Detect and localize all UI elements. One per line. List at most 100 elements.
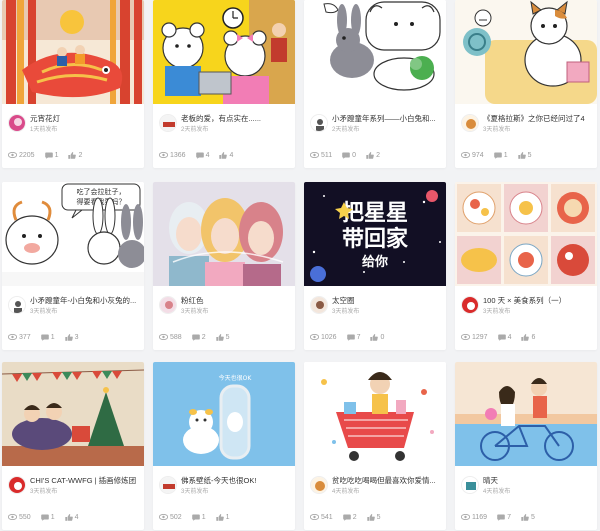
publish-time: 3天前发布: [483, 127, 511, 133]
artwork-card[interactable]: 晴天 4天前发布 1169 7 5: [455, 362, 597, 530]
artwork-title[interactable]: 元宵花灯: [30, 114, 144, 124]
like-count[interactable]: 5: [366, 514, 381, 521]
buddha-wallpaper-illustration: 今天也很OK: [153, 362, 295, 466]
artwork-thumbnail[interactable]: [455, 182, 597, 286]
artwork-card[interactable]: 今天也很OK 佛系壁纸-今天也很OK! 3天前发布 502 1 1: [153, 362, 295, 530]
thumbs-up-icon: [366, 151, 374, 159]
thumbs-up-icon: [521, 333, 530, 341]
like-count[interactable]: 4: [219, 152, 233, 159]
artwork-thumbnail[interactable]: 把星星 带回家 给你: [304, 182, 446, 286]
author-avatar[interactable]: [461, 114, 479, 132]
view-count: 974: [461, 152, 484, 159]
card-stats: 377 1 3: [8, 332, 89, 342]
artwork-card[interactable]: 吃了会拉肚子， 得要看我要吗？ 小矛蹬童年-小白兔和小灰兔的... 3天前发布 …: [2, 182, 144, 350]
artwork-lettering-line-2: 带回家: [342, 226, 409, 252]
like-count[interactable]: 2: [68, 152, 82, 159]
card-meta: 粉红色 3天前发布: [159, 294, 291, 320]
artwork-title[interactable]: 老板的爱，有点实在......: [181, 114, 295, 124]
card-meta: 小矛蹬童年系列——小白兔和... 2天前发布: [310, 112, 442, 138]
artwork-lettering-line-3: 给你: [362, 254, 388, 270]
publish-time: 3天前发布: [30, 489, 58, 495]
artwork-title[interactable]: 100 天 × 美食系列（一）: [483, 296, 597, 306]
artwork-title[interactable]: 粉红色: [181, 296, 295, 306]
artwork-thumbnail[interactable]: [304, 362, 446, 466]
comment-icon: [44, 152, 53, 159]
card-stats: 1026 7 0: [310, 332, 394, 342]
artwork-thumbnail[interactable]: [2, 362, 144, 466]
like-count[interactable]: 1: [215, 514, 230, 521]
like-count[interactable]: 4: [64, 514, 79, 521]
artwork-title[interactable]: CHI'S CAT-WWFG | 插画修炼团: [30, 476, 144, 486]
artwork-thumbnail[interactable]: [304, 0, 446, 104]
artwork-thumbnail[interactable]: [455, 0, 597, 104]
artwork-card[interactable]: 《夏格拉斯》之你已经问过了4 3天前发布 974 1 5: [455, 0, 597, 168]
artwork-card[interactable]: CHI'S CAT-WWFG | 插画修炼团 3天前发布 550 1 4: [2, 362, 144, 530]
author-avatar[interactable]: [461, 296, 479, 314]
artwork-thumbnail[interactable]: [455, 362, 597, 466]
card-stats: 2205 1 2: [8, 150, 92, 160]
like-count[interactable]: 5: [521, 514, 535, 521]
artwork-lettering-line-1: 把星星: [342, 200, 408, 226]
speech-bubble-line-1: 吃了会拉肚子，: [77, 187, 126, 196]
artwork-title[interactable]: 《夏格拉斯》之你已经问过了4: [483, 114, 597, 124]
comment-count: 2: [191, 334, 206, 341]
artwork-card[interactable]: 100 天 × 美食系列（一） 3天前发布 1297 4 6: [455, 182, 597, 350]
card-stats: 1169 7 5: [461, 512, 545, 522]
publish-time: 3天前发布: [181, 309, 209, 315]
author-avatar[interactable]: [159, 476, 177, 494]
author-avatar[interactable]: [8, 476, 26, 494]
artwork-title[interactable]: 太空圈: [332, 296, 446, 306]
sunny-day-bicycle-illustration: [455, 362, 597, 466]
author-avatar[interactable]: [159, 114, 177, 132]
author-avatar[interactable]: [8, 114, 26, 132]
eye-icon: [8, 514, 17, 520]
eye-icon: [159, 514, 168, 520]
like-count[interactable]: 5: [215, 334, 230, 341]
artwork-title[interactable]: 小矛蹬童年系列——小白兔和...: [332, 114, 446, 124]
artwork-title[interactable]: 晴天: [483, 476, 597, 486]
artwork-title[interactable]: 佛系壁纸-今天也很OK!: [181, 476, 295, 486]
artwork-title[interactable]: 贫吃吃吃喝喝但最喜欢你爱情...: [332, 476, 446, 486]
cat-and-snail-illustration: [455, 0, 597, 104]
author-avatar[interactable]: [159, 296, 177, 314]
artwork-card[interactable]: 元宵花灯 1天前发布 2205 1 2: [2, 0, 144, 168]
author-avatar[interactable]: [8, 296, 26, 314]
comment-icon: [497, 514, 505, 521]
author-avatar[interactable]: [310, 476, 328, 494]
view-count: 541: [310, 514, 333, 521]
artwork-thumbnail[interactable]: [2, 0, 144, 104]
like-count[interactable]: 3: [64, 334, 79, 341]
artwork-thumbnail[interactable]: [153, 182, 295, 286]
artwork-thumbnail[interactable]: [153, 0, 295, 104]
comment-count: 7: [497, 514, 511, 521]
eye-icon: [310, 514, 319, 520]
like-count[interactable]: 2: [366, 152, 380, 159]
card-stats: 511 0 2: [310, 150, 390, 160]
like-count[interactable]: 0: [370, 334, 384, 341]
card-meta: 晴天 4天前发布: [461, 474, 593, 500]
like-count[interactable]: 5: [517, 152, 532, 159]
artwork-card[interactable]: 把星星 带回家 给你 太空圈 3天前发布 1026 7 0: [304, 182, 446, 350]
christmas-party-illustration: [2, 362, 144, 466]
food-series-illustration: [455, 182, 597, 286]
comment-count: 4: [497, 334, 511, 341]
publish-time: 3天前发布: [332, 309, 360, 315]
comment-icon: [40, 334, 49, 341]
shopping-cart-girl-illustration: [304, 362, 446, 466]
eye-icon: [8, 334, 17, 340]
artwork-card[interactable]: 小矛蹬童年系列——小白兔和... 2天前发布 511 0 2: [304, 0, 446, 168]
author-avatar[interactable]: [461, 476, 479, 494]
artwork-card[interactable]: 贫吃吃吃喝喝但最喜欢你爱情... 4天前发布 541 2 5: [304, 362, 446, 530]
artwork-card[interactable]: 粉红色 3天前发布 588 2 5: [153, 182, 295, 350]
artwork-thumbnail[interactable]: 吃了会拉肚子， 得要看我要吗？: [2, 182, 144, 286]
comment-count: 1: [493, 152, 508, 159]
author-avatar[interactable]: [310, 296, 328, 314]
artwork-title[interactable]: 小矛蹬童年-小白兔和小灰兔的...: [30, 296, 144, 306]
view-count: 1169: [461, 514, 487, 521]
comment-count: 1: [191, 514, 206, 521]
like-count[interactable]: 6: [521, 334, 535, 341]
artwork-card[interactable]: 老板的爱，有点实在...... 2天前发布 1366 4 4: [153, 0, 295, 168]
artwork-thumbnail[interactable]: 今天也很OK: [153, 362, 295, 466]
card-meta: 佛系壁纸-今天也很OK! 3天前发布: [159, 474, 291, 500]
author-avatar[interactable]: [310, 114, 328, 132]
